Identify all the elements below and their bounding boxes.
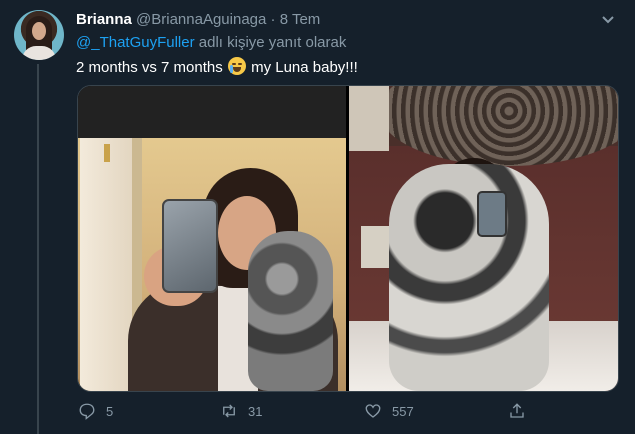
- photo-7-months[interactable]: [349, 86, 618, 391]
- retweet-count: 31: [248, 403, 263, 419]
- tweet-text-part-1: 2 months vs 7 months: [76, 59, 227, 76]
- reply-context: @_ThatGuyFuller adlı kişiye yanıt olarak: [76, 34, 346, 51]
- reply-mention-link[interactable]: @_ThatGuyFuller: [76, 34, 195, 51]
- reply-context-text: adlı kişiye yanıt olarak: [194, 34, 347, 51]
- photo-2-months[interactable]: [78, 86, 346, 391]
- chevron-down-icon[interactable]: [600, 12, 616, 28]
- reply-count: 5: [106, 403, 114, 419]
- retweet-icon: [223, 404, 235, 418]
- reply-button[interactable]: 5: [78, 398, 113, 424]
- display-name[interactable]: Brianna: [76, 11, 132, 28]
- reply-icon: [79, 403, 95, 420]
- tweet-text-part-2: my Luna baby!!!: [246, 59, 358, 76]
- tweet-date[interactable]: 8 Tem: [280, 11, 321, 28]
- share-icon: [510, 403, 524, 418]
- tweet-media[interactable]: [77, 85, 619, 392]
- tweet-actions: 5 31 557: [76, 398, 635, 424]
- separator-dot: ·: [270, 11, 276, 28]
- like-button[interactable]: 557: [364, 398, 414, 424]
- crying-face-emoji-icon: [227, 57, 246, 75]
- like-icon: [365, 404, 381, 418]
- tweet-header: Brianna @BriannaAguinaga · 8 Tem: [76, 11, 320, 28]
- share-button[interactable]: [508, 398, 536, 424]
- thread-line: [37, 64, 39, 434]
- tweet-text: 2 months vs 7 months my Luna baby!!!: [76, 57, 358, 76]
- avatar[interactable]: [14, 10, 64, 60]
- like-count: 557: [392, 403, 414, 419]
- retweet-button[interactable]: 31: [220, 398, 262, 424]
- user-handle[interactable]: @BriannaAguinaga: [136, 11, 266, 28]
